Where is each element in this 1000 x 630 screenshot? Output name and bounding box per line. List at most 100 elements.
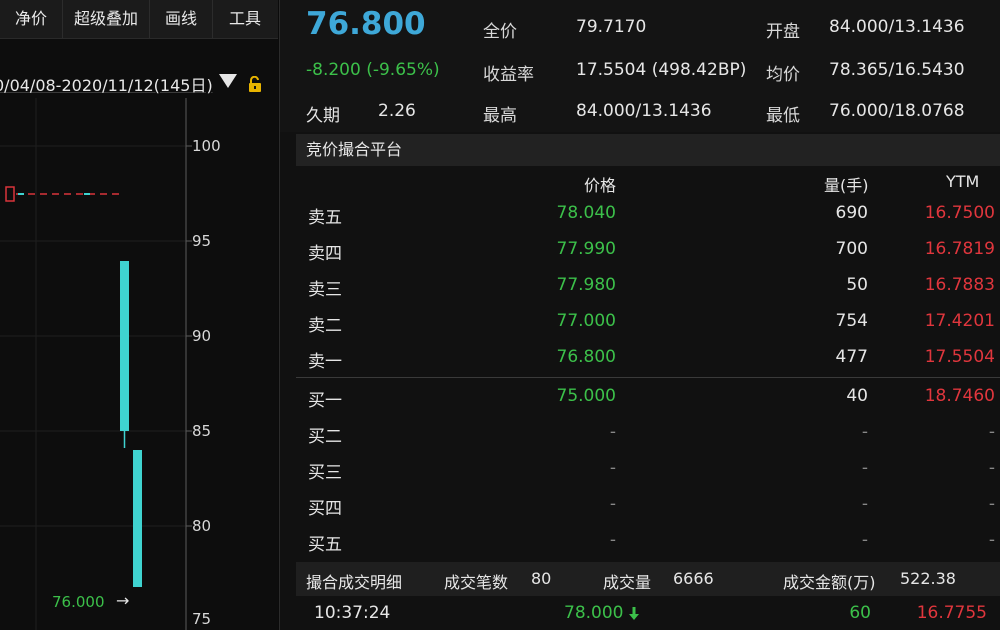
orderbook-header-ytm: YTM [946, 172, 980, 191]
quote-panel: 76.800 -8.200 (-9.65%) 久期 2.26 全价 79.717… [279, 0, 1000, 630]
chart-toolbar: 净价 超级叠加 画线 工具 [0, 0, 278, 39]
row-volume: 40 [846, 386, 868, 406]
row-label: 买一 [308, 391, 342, 411]
row-ytm: 16.7819 [924, 239, 995, 259]
row-ytm: - [988, 422, 995, 442]
last-price-label: 76.000 [52, 593, 105, 611]
draw-line-button[interactable]: 画线 [150, 0, 213, 38]
trade-time: 10:37:24 [314, 603, 391, 623]
trade-volume-value: 6666 [673, 569, 714, 588]
right-arrow-icon: → [116, 591, 130, 610]
orderbook-header-volume: 量(手) [824, 176, 869, 195]
row-label: 卖三 [308, 280, 342, 300]
duration-value: 2.26 [378, 101, 416, 121]
open-value: 84.000/13.1436 [829, 17, 965, 37]
trade-count-value: 80 [531, 569, 552, 588]
orderbook-row-ask3[interactable]: 卖三 77.980 50 16.7883 [296, 268, 1000, 304]
row-price: 78.040 [556, 203, 616, 223]
row-label: 卖五 [308, 208, 342, 228]
trade-ytm: 16.7755 [916, 603, 987, 623]
y-tick-label: 90 [192, 327, 212, 345]
trade-volume: 60 [849, 603, 871, 623]
chart-canvas [0, 98, 192, 630]
orderbook-row-bid1[interactable]: 买一 75.000 40 18.7460 [296, 379, 1000, 415]
row-label: 买五 [308, 535, 342, 555]
y-tick-label: 80 [192, 517, 212, 535]
open-label: 开盘 [766, 22, 800, 42]
unlock-icon[interactable] [248, 76, 262, 92]
row-label: 买二 [308, 427, 342, 447]
trade-price: 78.000 [564, 603, 624, 623]
orderbook-row-bid4[interactable]: 买四 - - - [296, 487, 1000, 523]
row-volume: - [861, 494, 868, 514]
orderbook-row-ask2[interactable]: 卖二 77.000 754 17.4201 [296, 304, 1000, 340]
down-arrow-icon [629, 607, 639, 620]
orderbook-row-bid2[interactable]: 买二 - - - [296, 415, 1000, 451]
trade-amount-label: 成交金额(万) [783, 573, 876, 592]
row-volume: 700 [835, 239, 868, 259]
dropdown-triangle-icon[interactable] [219, 74, 237, 88]
row-label: 卖四 [308, 244, 342, 264]
y-tick-label: 100 [192, 137, 221, 155]
y-tick-label: 75 [192, 610, 212, 628]
low-label: 最低 [766, 106, 800, 126]
orderbook-row-ask1[interactable]: 卖一 76.800 477 17.5504 [296, 340, 1000, 376]
trade-summary-bar: 撮合成交明细 成交笔数 80 成交量 6666 成交金额(万) 522.38 [296, 562, 1000, 596]
row-volume: - [861, 458, 868, 478]
candlestick-chart[interactable]: 100 95 90 85 80 75 [0, 98, 278, 630]
row-ytm: 16.7883 [924, 275, 995, 295]
row-price: 76.800 [556, 347, 616, 367]
yield-value: 17.5504 (498.42BP) [576, 60, 747, 80]
quote-summary: 76.800 -8.200 (-9.65%) 久期 2.26 全价 79.717… [280, 0, 1000, 132]
yield-label: 收益率 [483, 65, 534, 85]
super-overlay-button[interactable]: 超级叠加 [63, 0, 150, 38]
row-price: 77.980 [556, 275, 616, 295]
avg-price-value: 78.365/16.5430 [829, 60, 965, 80]
candle[interactable] [120, 261, 129, 431]
row-ytm: - [988, 458, 995, 478]
row-volume: 690 [835, 203, 868, 223]
row-volume: - [861, 530, 868, 550]
orderbook-title: 竞价撮合平台 [306, 140, 403, 159]
row-ytm: 17.5504 [924, 347, 995, 367]
orderbook-row-ask4[interactable]: 卖四 77.990 700 16.7819 [296, 232, 1000, 268]
candle[interactable] [133, 450, 142, 587]
row-price: - [609, 494, 616, 514]
current-price: 76.800 [306, 6, 426, 42]
full-price-value: 79.7170 [576, 17, 647, 37]
trade-details-title: 撮合成交明细 [306, 573, 403, 592]
row-price: 77.000 [556, 311, 616, 331]
high-label: 最高 [483, 106, 517, 126]
orderbook-row-bid5[interactable]: 买五 - - - [296, 523, 1000, 559]
y-tick-label: 95 [192, 232, 212, 250]
row-label: 买三 [308, 463, 342, 483]
orderbook-divider [296, 377, 1000, 378]
price-change: -8.200 (-9.65%) [306, 60, 440, 80]
duration-label: 久期 [306, 106, 340, 126]
reference-marker [5, 186, 15, 202]
row-label: 卖一 [308, 352, 342, 372]
row-volume: - [861, 422, 868, 442]
chart-panel: 净价 超级叠加 画线 工具 0/04/08-2020/11/12(145日) 1… [0, 0, 278, 630]
row-ytm: - [988, 530, 995, 550]
row-price: - [609, 530, 616, 550]
trade-row[interactable]: 10:37:24 78.000 60 16.7755 [296, 597, 1000, 630]
row-ytm: 18.7460 [924, 386, 995, 406]
row-volume: 477 [835, 347, 868, 367]
low-value: 76.000/18.0768 [829, 101, 965, 121]
row-ytm: 16.7500 [924, 203, 995, 223]
high-value: 84.000/13.1436 [576, 101, 712, 121]
y-tick-label: 85 [192, 422, 212, 440]
full-price-label: 全价 [483, 22, 517, 42]
date-range-selector[interactable]: 0/04/08-2020/11/12(145日) [0, 68, 278, 98]
clean-price-button[interactable]: 净价 [0, 0, 63, 38]
row-volume: 50 [846, 275, 868, 295]
orderbook-title-bar: 竞价撮合平台 [296, 134, 1000, 166]
avg-price-label: 均价 [766, 65, 800, 85]
row-label: 卖二 [308, 316, 342, 336]
orderbook-row-bid3[interactable]: 买三 - - - [296, 451, 1000, 487]
row-label: 买四 [308, 499, 342, 519]
orderbook-row-ask5[interactable]: 卖五 78.040 690 16.7500 [296, 196, 1000, 232]
tools-button[interactable]: 工具 [213, 0, 277, 38]
row-price: - [609, 458, 616, 478]
